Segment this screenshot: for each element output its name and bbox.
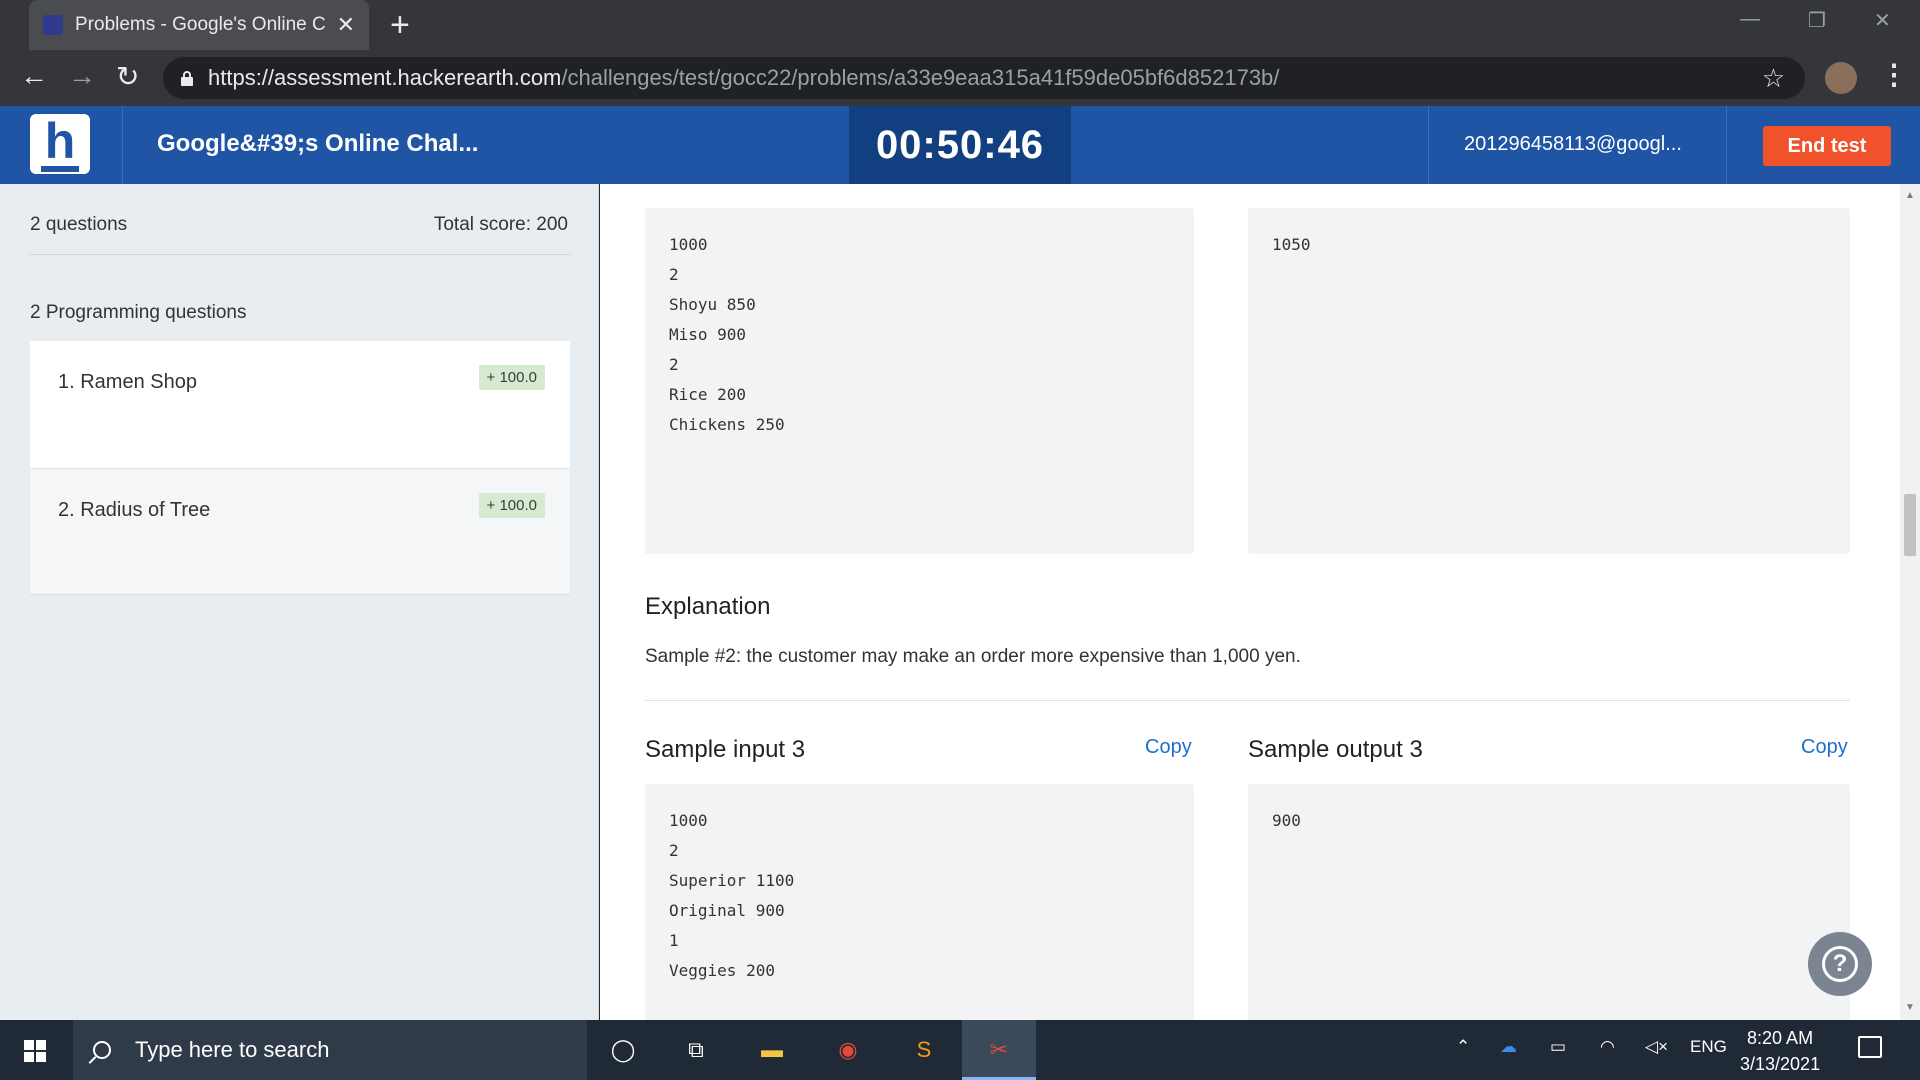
code-line: Veggies 200 <box>669 961 775 980</box>
hackerearth-favicon-icon <box>43 15 63 35</box>
total-score: Total score: 200 <box>433 214 568 235</box>
sublime-text-icon[interactable]: S <box>908 1034 940 1066</box>
reload-icon[interactable]: ↻ <box>116 60 139 93</box>
active-app-indicator[interactable]: ✂ <box>962 1020 1036 1080</box>
url-host: https://assessment.hackerearth.com <box>208 65 562 90</box>
restore-icon[interactable]: ❐ <box>1808 8 1826 33</box>
question-label: 2. Radius of Tree <box>58 499 211 521</box>
browser-tabstrip: Problems - Google's Online Chall ✕ + — ❐… <box>0 0 1920 50</box>
snipping-tool-icon: ✂ <box>989 1037 1009 1062</box>
code-line: Original 900 <box>669 901 785 920</box>
sidebar-divider <box>30 254 570 255</box>
code-line: 2 <box>669 355 679 374</box>
explanation-text: Sample #2: the customer may make an orde… <box>645 646 1301 667</box>
code-line: 1000 <box>669 811 708 830</box>
countdown-timer: 00:50:46 <box>849 106 1071 184</box>
bookmark-star-icon[interactable]: ☆ <box>1762 63 1785 94</box>
new-tab-button[interactable]: + <box>390 6 410 45</box>
code-line: Shoyu 850 <box>669 295 756 314</box>
score-badge: + 100.0 <box>478 365 545 390</box>
notifications-icon[interactable] <box>1858 1036 1882 1058</box>
windows-start-icon[interactable] <box>24 1040 46 1062</box>
hackerearth-logo[interactable]: h <box>30 114 90 174</box>
copy-input-3-button[interactable]: Copy <box>1145 736 1192 759</box>
browser-menu-icon[interactable]: ⋮ <box>1880 58 1908 91</box>
header-divider <box>1726 106 1727 184</box>
user-email[interactable]: 201296458113@googl... <box>1464 133 1682 156</box>
sample-output-3-heading: Sample output 3 <box>1248 736 1423 763</box>
section-divider <box>645 700 1850 701</box>
minimize-icon[interactable]: — <box>1740 8 1760 31</box>
help-icon: ? <box>1822 946 1858 982</box>
sample-input-3-heading: Sample input 3 <box>645 736 806 763</box>
sample-input-2-box: 1000 2 Shoyu 850 Miso 900 2 Rice 200 Chi… <box>645 208 1194 554</box>
challenge-title: Google&#39;s Online Chal... <box>157 130 479 157</box>
code-line: 1 <box>669 931 679 950</box>
clock-date: 3/13/2021 <box>1740 1054 1821 1074</box>
score-badge: + 100.0 <box>478 493 545 518</box>
header-divider <box>1428 106 1429 184</box>
system-clock[interactable]: 8:20 AM 3/13/2021 <box>1740 1025 1820 1077</box>
taskbar-search[interactable]: Type here to search <box>73 1020 587 1080</box>
code-line: 900 <box>1272 811 1301 830</box>
url-path: /challenges/test/gocc22/problems/a33e9ea… <box>561 65 1280 90</box>
search-placeholder: Type here to search <box>135 1037 330 1062</box>
question-group-label: 2 Programming questions <box>30 302 247 323</box>
logo-letter: h <box>40 116 80 172</box>
sidebar-item-radius-of-tree[interactable]: 2. Radius of Tree + 100.0 <box>30 468 570 595</box>
end-test-button[interactable]: End test <box>1763 126 1891 166</box>
code-line: 2 <box>669 265 679 284</box>
chrome-icon[interactable]: ◉ <box>832 1034 864 1066</box>
question-label: 1. Ramen Shop <box>58 371 197 393</box>
scroll-up-icon[interactable]: ▲ <box>1905 190 1915 201</box>
wifi-icon[interactable]: ◠ <box>1600 1037 1615 1057</box>
close-tab-icon[interactable]: ✕ <box>337 12 355 38</box>
code-line: Rice 200 <box>669 385 747 404</box>
questions-count: 2 questions <box>30 214 128 235</box>
sample-input-3-box: 1000 2 Superior 1100 Original 900 1 Vegg… <box>645 784 1194 1020</box>
problem-content: 1000 2 Shoyu 850 Miso 900 2 Rice 200 Chi… <box>600 184 1900 1020</box>
sample-output-2-box: 1050 <box>1248 208 1850 554</box>
code-line: 1050 <box>1272 235 1311 254</box>
cortana-icon[interactable]: ◯ <box>607 1034 639 1066</box>
question-sidebar: 2 questions Total score: 200 2 Programmi… <box>0 184 599 1020</box>
copy-output-3-button[interactable]: Copy <box>1801 736 1848 759</box>
app-header: h Google&#39;s Online Chal... 00:50:46 2… <box>0 106 1920 184</box>
explanation-heading: Explanation <box>645 593 771 620</box>
address-bar[interactable]: https://assessment.hackerearth.com /chal… <box>163 57 1805 99</box>
header-divider <box>122 106 123 184</box>
task-view-icon[interactable]: ⧉ <box>680 1034 712 1066</box>
page-scrollbar[interactable]: ▲ ▼ <box>1900 184 1920 1020</box>
battery-icon[interactable]: ▭ <box>1550 1037 1566 1057</box>
windows-taskbar: Type here to search ◯ ⧉ ▬ ◉ S ✂ ⌃ ☁ ▭ ◠ … <box>0 1020 1920 1080</box>
browser-tab[interactable]: Problems - Google's Online Chall ✕ <box>29 0 369 50</box>
file-explorer-icon[interactable]: ▬ <box>756 1034 788 1066</box>
input-language[interactable]: ENG <box>1690 1037 1727 1057</box>
lock-icon <box>181 71 193 86</box>
scroll-down-icon[interactable]: ▼ <box>1905 1002 1915 1013</box>
code-line: 2 <box>669 841 679 860</box>
close-window-icon[interactable]: ✕ <box>1874 8 1891 33</box>
sidebar-item-ramen-shop[interactable]: 1. Ramen Shop + 100.0 <box>30 341 570 468</box>
back-icon[interactable]: ← <box>20 60 48 92</box>
forward-icon[interactable]: → <box>68 60 96 92</box>
tray-expand-icon[interactable]: ⌃ <box>1456 1037 1470 1057</box>
clock-time: 8:20 AM <box>1747 1028 1814 1048</box>
code-line: 1000 <box>669 235 708 254</box>
code-line: Superior 1100 <box>669 871 795 890</box>
code-line: Chickens 250 <box>669 415 785 434</box>
volume-muted-icon[interactable]: ◁× <box>1645 1037 1668 1057</box>
scrollbar-thumb[interactable] <box>1904 494 1916 556</box>
code-line: Miso 900 <box>669 325 747 344</box>
browser-toolbar: ← → ↻ https://assessment.hackerearth.com… <box>0 50 1920 106</box>
profile-avatar[interactable] <box>1825 62 1857 94</box>
help-button[interactable]: ? <box>1808 932 1872 996</box>
search-icon <box>93 1041 111 1059</box>
onedrive-icon[interactable]: ☁ <box>1500 1037 1517 1057</box>
sample-output-3-box: 900 <box>1248 784 1850 1020</box>
tab-title: Problems - Google's Online Chall <box>75 14 327 35</box>
